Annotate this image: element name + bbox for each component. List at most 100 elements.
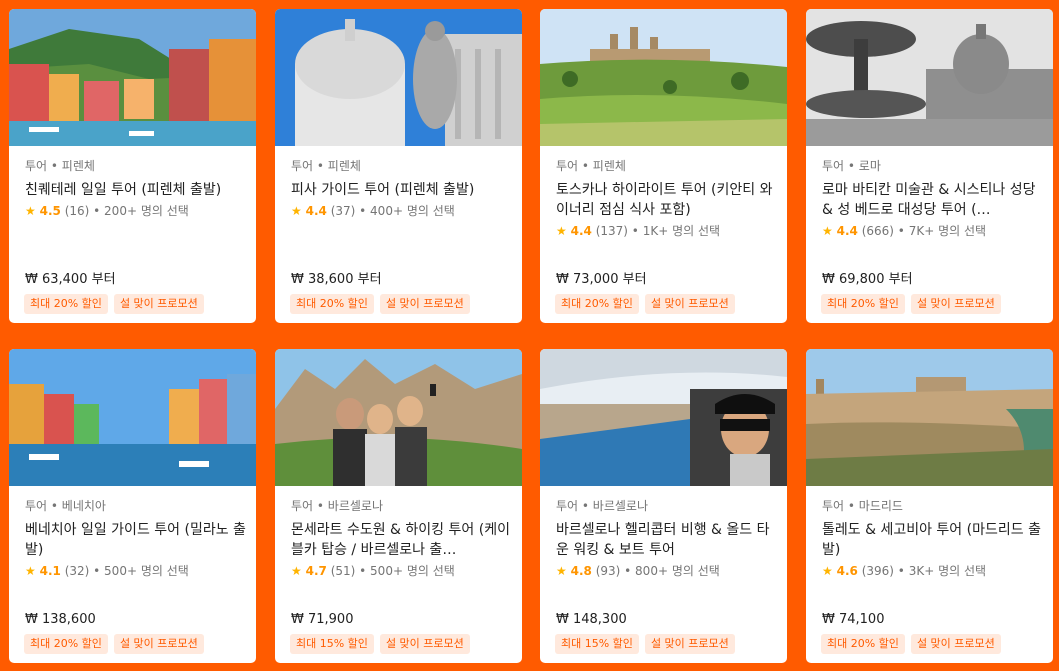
tour-category-location: 투어 • 바르셀로나 xyxy=(556,499,648,513)
star-icon: ★ xyxy=(822,224,833,238)
promo-badges: 최대 20% 할인 설 맞이 프로모션 xyxy=(555,294,735,314)
price: ₩ 71,900 xyxy=(291,612,354,627)
tour-title[interactable]: 토스카나 하이라이트 투어 (키안티 와이너리 점심 식사 포함) xyxy=(556,180,777,220)
booked-count: • 800+ 명의 선택 xyxy=(624,564,720,578)
discount-badge: 최대 15% 할인 xyxy=(555,634,639,654)
star-icon: ★ xyxy=(25,564,36,578)
discount-badge: 최대 20% 할인 xyxy=(24,634,108,654)
rating-row: ★ 4.1 (32) • 500+ 명의 선택 xyxy=(25,563,246,579)
booked-count: • 1K+ 명의 선택 xyxy=(631,224,721,238)
tour-category-location: 투어 • 피렌체 xyxy=(291,159,361,173)
discount-badge: 최대 20% 할인 xyxy=(24,294,108,314)
tour-card[interactable]: 투어 • 바르셀로나 바르셀로나 헬리콥터 비행 & 올드 타운 워킹 & 보트… xyxy=(540,349,787,663)
review-count: (32) xyxy=(64,564,90,578)
star-icon: ★ xyxy=(25,204,36,218)
promo-badges: 최대 15% 할인 설 맞이 프로모션 xyxy=(290,634,470,654)
tour-photo[interactable] xyxy=(9,349,256,486)
rating-row: ★ 4.4 (137) • 1K+ 명의 선택 xyxy=(556,223,777,239)
promotion-badge: 설 맞이 프로모션 xyxy=(113,634,204,654)
review-count: (93) xyxy=(595,564,621,578)
tour-category-location: 투어 • 로마 xyxy=(822,159,881,173)
price: ₩ 73,000 부터 xyxy=(556,272,647,287)
tour-card[interactable]: 투어 • 피렌체 피사 가이드 투어 (피렌체 출발) ★ 4.4 (37) •… xyxy=(275,9,522,323)
discount-badge: 최대 20% 할인 xyxy=(821,294,905,314)
price: ₩ 74,100 xyxy=(822,612,885,627)
rating-row: ★ 4.6 (396) • 3K+ 명의 선택 xyxy=(822,563,1043,579)
rating-score: 4.4 xyxy=(836,224,858,238)
promotion-badge: 설 맞이 프로모션 xyxy=(113,294,204,314)
promo-badges: 최대 20% 할인 설 맞이 프로모션 xyxy=(290,294,470,314)
tour-card[interactable]: 투어 • 피렌체 친퀘테레 일일 투어 (피렌체 출발) ★ 4.5 (16) … xyxy=(9,9,256,323)
discount-badge: 최대 15% 할인 xyxy=(290,634,374,654)
rating-row: ★ 4.8 (93) • 800+ 명의 선택 xyxy=(556,563,777,579)
review-count: (666) xyxy=(861,224,894,238)
promotion-badge: 설 맞이 프로모션 xyxy=(644,634,735,654)
tour-category-location: 투어 • 피렌체 xyxy=(25,159,95,173)
tour-category-location: 투어 • 바르셀로나 xyxy=(291,499,383,513)
tour-category-location: 투어 • 베네치아 xyxy=(25,499,106,513)
promo-badges: 최대 20% 할인 설 맞이 프로모션 xyxy=(821,294,1001,314)
promotion-badge: 설 맞이 프로모션 xyxy=(644,294,735,314)
booked-count: • 500+ 명의 선택 xyxy=(359,564,455,578)
tour-photo[interactable] xyxy=(806,9,1053,146)
tour-title[interactable]: 바르셀로나 헬리콥터 비행 & 올드 타운 워킹 & 보트 투어 xyxy=(556,520,777,560)
promo-badges: 최대 20% 할인 설 맞이 프로모션 xyxy=(24,294,204,314)
price: ₩ 63,400 부터 xyxy=(25,272,116,287)
price: ₩ 138,600 xyxy=(25,612,96,627)
booked-count: • 200+ 명의 선택 xyxy=(93,204,189,218)
tour-title[interactable]: 로마 바티칸 미술관 & 시스티나 성당 & 성 베드로 대성당 투어 (… xyxy=(822,180,1043,220)
star-icon: ★ xyxy=(291,564,302,578)
tour-photo[interactable] xyxy=(275,9,522,146)
tour-card[interactable]: 투어 • 마드리드 톨레도 & 세고비아 투어 (마드리드 출발) ★ 4.6 … xyxy=(806,349,1053,663)
star-icon: ★ xyxy=(822,564,833,578)
promotion-badge: 설 맞이 프로모션 xyxy=(379,294,470,314)
rating-score: 4.5 xyxy=(39,204,61,218)
tour-photo[interactable] xyxy=(540,349,787,486)
tour-category-location: 투어 • 마드리드 xyxy=(822,499,903,513)
review-count: (37) xyxy=(330,204,356,218)
rating-score: 4.4 xyxy=(305,204,327,218)
tour-title[interactable]: 피사 가이드 투어 (피렌체 출발) xyxy=(291,180,512,200)
tour-card[interactable]: 투어 • 바르셀로나 몬세라트 수도원 & 하이킹 투어 (케이블카 탑승 / … xyxy=(275,349,522,663)
star-icon: ★ xyxy=(291,204,302,218)
rating-score: 4.1 xyxy=(39,564,61,578)
star-icon: ★ xyxy=(556,564,567,578)
promotion-badge: 설 맞이 프로모션 xyxy=(910,294,1001,314)
rating-score: 4.8 xyxy=(570,564,592,578)
review-count: (16) xyxy=(64,204,90,218)
review-count: (51) xyxy=(330,564,356,578)
review-count: (137) xyxy=(595,224,628,238)
review-count: (396) xyxy=(861,564,894,578)
tour-title[interactable]: 몬세라트 수도원 & 하이킹 투어 (케이블카 탑승 / 바르셀로나 출… xyxy=(291,520,512,560)
tour-category-location: 투어 • 피렌체 xyxy=(556,159,626,173)
price: ₩ 69,800 부터 xyxy=(822,272,913,287)
tour-title[interactable]: 친퀘테레 일일 투어 (피렌체 출발) xyxy=(25,180,246,200)
promo-badges: 최대 20% 할인 설 맞이 프로모션 xyxy=(821,634,1001,654)
star-icon: ★ xyxy=(556,224,567,238)
promotion-badge: 설 맞이 프로모션 xyxy=(910,634,1001,654)
promotion-badge: 설 맞이 프로모션 xyxy=(379,634,470,654)
rating-row: ★ 4.4 (37) • 400+ 명의 선택 xyxy=(291,203,512,219)
tour-photo[interactable] xyxy=(540,9,787,146)
promo-badges: 최대 20% 할인 설 맞이 프로모션 xyxy=(24,634,204,654)
discount-badge: 최대 20% 할인 xyxy=(821,634,905,654)
tour-photo[interactable] xyxy=(806,349,1053,486)
promo-badges: 최대 15% 할인 설 맞이 프로모션 xyxy=(555,634,735,654)
rating-row: ★ 4.5 (16) • 200+ 명의 선택 xyxy=(25,203,246,219)
tour-title[interactable]: 톨레도 & 세고비아 투어 (마드리드 출발) xyxy=(822,520,1043,560)
tour-title[interactable]: 베네치아 일일 가이드 투어 (밀라노 출발) xyxy=(25,520,246,560)
booked-count: • 7K+ 명의 선택 xyxy=(897,224,987,238)
tour-card[interactable]: 투어 • 로마 로마 바티칸 미술관 & 시스티나 성당 & 성 베드로 대성당… xyxy=(806,9,1053,323)
rating-score: 4.6 xyxy=(836,564,858,578)
booked-count: • 500+ 명의 선택 xyxy=(93,564,189,578)
tour-card[interactable]: 투어 • 베네치아 베네치아 일일 가이드 투어 (밀라노 출발) ★ 4.1 … xyxy=(9,349,256,663)
price: ₩ 148,300 xyxy=(556,612,627,627)
price: ₩ 38,600 부터 xyxy=(291,272,382,287)
rating-score: 4.7 xyxy=(305,564,327,578)
tour-card[interactable]: 투어 • 피렌체 토스카나 하이라이트 투어 (키안티 와이너리 점심 식사 포… xyxy=(540,9,787,323)
tour-photo[interactable] xyxy=(9,9,256,146)
booked-count: • 400+ 명의 선택 xyxy=(359,204,455,218)
discount-badge: 최대 20% 할인 xyxy=(555,294,639,314)
tour-photo[interactable] xyxy=(275,349,522,486)
booked-count: • 3K+ 명의 선택 xyxy=(897,564,987,578)
